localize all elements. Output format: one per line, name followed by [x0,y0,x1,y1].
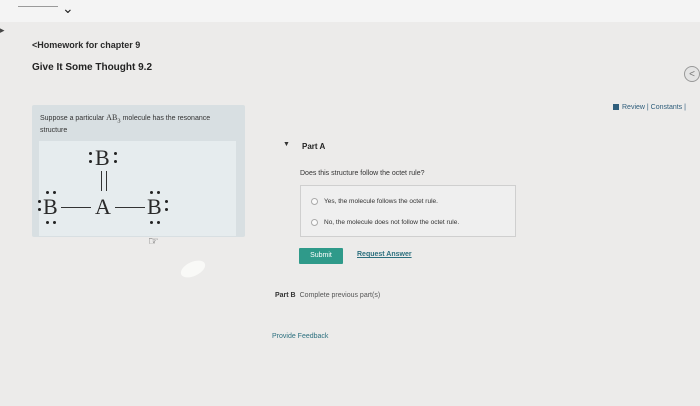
part-b-label: Part B [275,292,296,299]
atom-b-left: B [43,194,58,219]
page-title: Give It Some Thought 9.2 [32,62,153,73]
atom-b-right: B [147,194,162,219]
option-yes[interactable]: Yes, the molecule follows the octet rule… [311,198,438,205]
atom-b-top: B [95,145,110,170]
lone-pair-dot [38,200,41,203]
option-no[interactable]: No, the molecule does not follow the oct… [311,219,459,226]
hand-cursor-icon: ☞ [148,234,159,248]
review-constants-link[interactable]: Review | Constants | [613,104,686,111]
double-bond-line [106,171,107,191]
request-answer-link[interactable]: Request Answer [357,251,412,258]
browser-top-bar: ⌄ [0,0,700,22]
part-b-row: Part B Complete previous part(s) [275,292,380,299]
radio-button[interactable] [311,219,318,226]
lone-pair-dot [38,208,41,211]
answer-options: Yes, the molecule follows the octet rule… [300,185,516,237]
review-icon [613,104,619,111]
lone-pair-dot [114,152,117,155]
review-constants-label: Review | Constants | [622,104,686,111]
submit-button[interactable]: Submit [299,248,343,264]
part-a-question: Does this structure follow the octet rul… [300,170,425,177]
resonance-structure-image: B B A B [38,141,236,236]
lone-pair-dot [89,160,92,163]
lone-pair-dot [157,221,160,224]
lone-pair-dot [53,221,56,224]
prompt-text: Suppose a particular AB3 molecule has th… [40,113,211,134]
tab-indicator [18,6,58,7]
molecule-formula: AB3 [106,113,121,125]
expand-arrow-icon[interactable]: ▼ [283,141,290,148]
single-bond-line [115,207,145,208]
chevron-right-icon[interactable]: ▸ [0,25,5,36]
part-b-status: Complete previous part(s) [299,292,381,299]
double-bond-line [101,171,102,191]
problem-prompt-panel: Suppose a particular AB3 molecule has th… [32,105,245,237]
chevron-down-icon[interactable]: ⌄ [62,0,74,17]
single-bond-line [61,207,91,208]
radio-button[interactable] [311,198,318,205]
collapse-panel-button[interactable]: < [684,66,700,82]
part-a-heading[interactable]: Part A [302,142,325,151]
lone-pair-dot [89,152,92,155]
back-to-homework-link[interactable]: <Homework for chapter 9 [32,40,140,50]
lone-pair-dot [165,208,168,211]
provide-feedback-link[interactable]: Provide Feedback [272,333,328,340]
lone-pair-dot [46,221,49,224]
lone-pair-dot [165,200,168,203]
lone-pair-dot [114,160,117,163]
lone-pair-dot [150,221,153,224]
screen-glare [178,257,208,281]
atom-a-center: A [95,194,111,219]
